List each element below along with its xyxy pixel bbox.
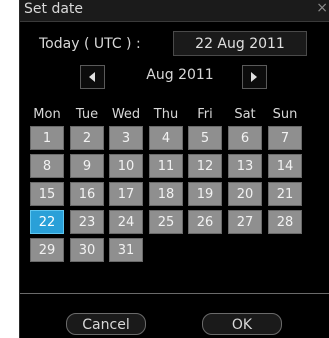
- set-date-dialog: Set date × Today ( UTC ) : 22 Aug 2011 A…: [19, 0, 329, 338]
- triangle-left-icon: [89, 72, 95, 82]
- day-cell[interactable]: 15: [30, 182, 64, 206]
- day-cell[interactable]: 14: [268, 154, 302, 178]
- day-cell[interactable]: 8: [30, 154, 64, 178]
- close-icon[interactable]: ×: [316, 0, 328, 16]
- day-cell[interactable]: 10: [109, 154, 143, 178]
- day-cell[interactable]: 31: [109, 238, 143, 262]
- ok-button[interactable]: OK: [202, 313, 282, 335]
- calendar-grid: 1 2 3 4 5 6 7 8 9 10 11 12 13 14 15 16 17 18 19 20 21 22 23 24 2…: [30, 126, 329, 266]
- next-month-button[interactable]: [242, 65, 267, 89]
- weekday-header: Mon Tue Wed Thu Fri Sat Sun: [30, 107, 329, 125]
- window-title: Set date: [24, 1, 84, 17]
- day-cell[interactable]: 28: [268, 210, 302, 234]
- triangle-right-icon: [251, 72, 257, 82]
- day-cell[interactable]: 23: [70, 210, 104, 234]
- day-cell[interactable]: 17: [109, 182, 143, 206]
- day-cell[interactable]: 26: [188, 210, 222, 234]
- day-cell[interactable]: 22: [30, 210, 64, 234]
- day-cell[interactable]: 24: [109, 210, 143, 234]
- day-cell[interactable]: 13: [228, 154, 262, 178]
- divider: [20, 293, 329, 294]
- day-cell[interactable]: 21: [268, 182, 302, 206]
- day-cell[interactable]: 29: [30, 238, 64, 262]
- day-cell[interactable]: 4: [149, 126, 183, 150]
- day-cell[interactable]: 25: [149, 210, 183, 234]
- day-cell[interactable]: 18: [149, 182, 183, 206]
- weekday-fri: Fri: [197, 107, 213, 122]
- title-bar: Set date ×: [20, 0, 329, 22]
- day-cell[interactable]: 7: [268, 126, 302, 150]
- day-cell[interactable]: 20: [228, 182, 262, 206]
- day-cell[interactable]: 30: [70, 238, 104, 262]
- previous-month-button[interactable]: [80, 65, 105, 89]
- weekday-mon: Mon: [33, 107, 61, 122]
- day-cell[interactable]: 2: [70, 126, 104, 150]
- today-label: Today ( UTC ) :: [39, 36, 141, 52]
- day-cell[interactable]: 1: [30, 126, 64, 150]
- weekday-sun: Sun: [272, 107, 298, 122]
- day-cell[interactable]: 16: [70, 182, 104, 206]
- day-cell[interactable]: 12: [188, 154, 222, 178]
- day-cell[interactable]: 6: [228, 126, 262, 150]
- weekday-tue: Tue: [75, 107, 99, 122]
- weekday-thu: Thu: [153, 107, 179, 122]
- today-date-field: 22 Aug 2011: [173, 31, 307, 56]
- day-cell[interactable]: 9: [70, 154, 104, 178]
- day-cell[interactable]: 19: [188, 182, 222, 206]
- cancel-button[interactable]: Cancel: [66, 313, 146, 335]
- weekday-wed: Wed: [111, 107, 141, 122]
- weekday-sat: Sat: [234, 107, 256, 122]
- day-cell[interactable]: 5: [188, 126, 222, 150]
- day-cell[interactable]: 3: [109, 126, 143, 150]
- day-cell[interactable]: 11: [149, 154, 183, 178]
- month-year-label: Aug 2011: [146, 67, 214, 83]
- day-cell[interactable]: 27: [228, 210, 262, 234]
